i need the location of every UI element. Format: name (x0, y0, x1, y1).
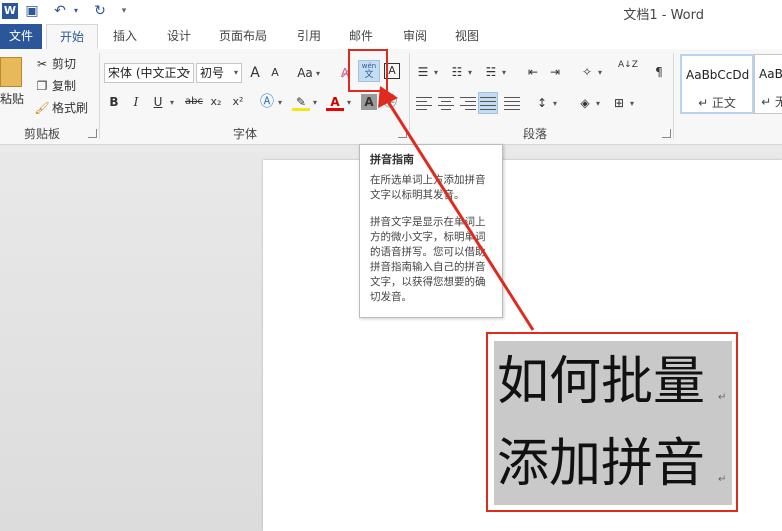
subscript-button[interactable]: x₂ (207, 93, 225, 111)
grow-font-button[interactable]: A (246, 64, 264, 82)
group-divider (409, 53, 410, 139)
tab-review[interactable]: 审阅 (394, 24, 436, 49)
chevron-down-icon[interactable]: ▾ (347, 98, 351, 107)
tab-file[interactable]: 文件 (0, 24, 42, 49)
chevron-down-icon: ▾ (233, 68, 238, 77)
font-size-value: 初号 (200, 66, 225, 80)
style-name: ↵ 正文 (698, 96, 736, 110)
font-color-icon[interactable]: A (326, 93, 344, 111)
strikethrough-button[interactable]: abc (183, 93, 205, 111)
copy-icon[interactable]: ❐ (33, 77, 51, 95)
style-normal[interactable]: AaBbCcDd ↵ 正文 (680, 54, 754, 114)
style-sample: AaBbCcDd (686, 68, 750, 82)
format-painter-button[interactable]: 格式刷 (52, 98, 88, 118)
ribbon-tabs: 文件 开始 插入 设计 页面布局 引用 邮件 审阅 视图 (0, 24, 782, 50)
italic-button[interactable]: I (127, 93, 145, 111)
tab-insert[interactable]: 插入 (104, 24, 146, 49)
phonetic-guide-highlight-box (348, 49, 388, 92)
chevron-down-icon[interactable]: ▾ (502, 68, 506, 77)
group-divider (673, 53, 674, 139)
style-sample: AaBb (759, 67, 782, 81)
chevron-down-icon: ▾ (185, 68, 190, 77)
text-effects-icon[interactable]: Ⓐ (258, 93, 276, 111)
font-launcher-icon[interactable] (398, 129, 407, 138)
multilevel-list-icon[interactable]: ☵ (482, 63, 500, 81)
tab-page-layout[interactable]: 页面布局 (214, 24, 272, 49)
superscript-button[interactable]: x² (229, 93, 247, 111)
decrease-indent-icon[interactable]: ⇤ (524, 63, 542, 81)
distributed-icon[interactable] (504, 97, 520, 111)
chevron-down-icon[interactable]: ▾ (598, 68, 602, 77)
align-right-icon[interactable] (460, 97, 476, 111)
window-title: 文档1 - Word (623, 8, 704, 23)
tab-mailings[interactable]: 邮件 (340, 24, 382, 49)
font-name-value: 宋体 (中文正文 (108, 66, 189, 80)
chevron-down-icon[interactable]: ▾ (316, 69, 320, 78)
font-group-label: 字体 (232, 127, 257, 141)
phonetic-guide-tooltip: 拼音指南 在所选单词上方添加拼音文字以标明其发音。 拼音文字是显示在单词上方的微… (359, 144, 503, 318)
chevron-down-icon[interactable]: ▾ (630, 99, 634, 108)
underline-button[interactable]: U (149, 93, 167, 111)
chevron-down-icon[interactable]: ▾ (468, 68, 472, 77)
highlight-color-icon[interactable]: ✎ (292, 93, 310, 111)
justify-icon (480, 97, 496, 111)
line-spacing-icon[interactable]: ↕ (533, 94, 551, 112)
tab-design[interactable]: 设计 (158, 24, 200, 49)
ribbon: 粘贴 ✂ 剪切 ❐ 复制 🖌 格式刷 剪贴板 宋体 (中文正文 ▾ 初号 ▾ A A… (0, 49, 782, 145)
title-bar: W ▣ ↶ ▾ ↻ ▾ 文档1 - Word (0, 0, 782, 24)
numbering-icon[interactable]: ☷ (448, 63, 466, 81)
enclose-characters-icon[interactable]: ㊫ (381, 93, 399, 111)
chevron-down-icon[interactable]: ▾ (434, 68, 438, 77)
group-divider (99, 53, 100, 139)
chevron-down-icon[interactable]: ▾ (596, 99, 600, 108)
align-center-icon[interactable] (438, 97, 454, 111)
style-name: ↵ 无 (761, 95, 782, 109)
bullets-icon[interactable]: ☰ (414, 63, 432, 81)
asian-layout-icon[interactable]: ✧ (578, 63, 596, 81)
chevron-down-icon[interactable]: ▾ (170, 98, 174, 107)
borders-icon[interactable]: ⊞ (610, 94, 628, 112)
font-name-combo[interactable]: 宋体 (中文正文 ▾ (104, 63, 194, 83)
tab-home[interactable]: 开始 (46, 24, 98, 49)
sort-button[interactable]: A↓Z (618, 61, 638, 79)
align-left-icon[interactable] (416, 97, 432, 111)
clipboard-icon[interactable] (0, 57, 22, 87)
tooltip-paragraph-2: 拼音文字是显示在单词上方的微小文字，标明单词的语音拼写。您可以借助拼音指南输入自… (370, 216, 486, 303)
tooltip-paragraph-1: 在所选单词上方添加拼音文字以标明其发音。 (370, 174, 486, 201)
tooltip-title: 拼音指南 (370, 153, 414, 166)
chevron-down-icon[interactable]: ▾ (313, 98, 317, 107)
bold-button[interactable]: B (105, 93, 123, 111)
clipboard-group-label: 剪贴板 (23, 127, 60, 141)
paragraph-group-label: 段落 (522, 127, 547, 141)
font-size-combo[interactable]: 初号 ▾ (196, 63, 242, 83)
shading-icon[interactable]: ◈ (576, 94, 594, 112)
scissors-icon[interactable]: ✂ (33, 55, 51, 73)
text-highlight-box (486, 332, 738, 512)
paragraph-launcher-icon[interactable] (662, 129, 671, 138)
shrink-font-button[interactable]: A (266, 64, 284, 82)
change-case-button[interactable]: Aa (296, 64, 314, 82)
tab-view[interactable]: 视图 (446, 24, 488, 49)
style-no-spacing[interactable]: AaBb ↵ 无 (754, 54, 782, 114)
cut-button[interactable]: 剪切 (52, 54, 76, 74)
chevron-down-icon[interactable]: ▾ (553, 99, 557, 108)
character-shading-button[interactable]: A (361, 94, 377, 110)
clipboard-launcher-icon[interactable] (88, 129, 97, 138)
show-marks-icon[interactable]: ¶ (650, 63, 668, 81)
chevron-down-icon[interactable]: ▾ (278, 98, 282, 107)
tab-references[interactable]: 引用 (288, 24, 330, 49)
paste-button[interactable]: 粘贴 (0, 89, 24, 109)
increase-indent-icon[interactable]: ⇥ (546, 63, 564, 81)
format-painter-icon[interactable]: 🖌 (33, 99, 51, 117)
copy-button[interactable]: 复制 (52, 76, 76, 96)
